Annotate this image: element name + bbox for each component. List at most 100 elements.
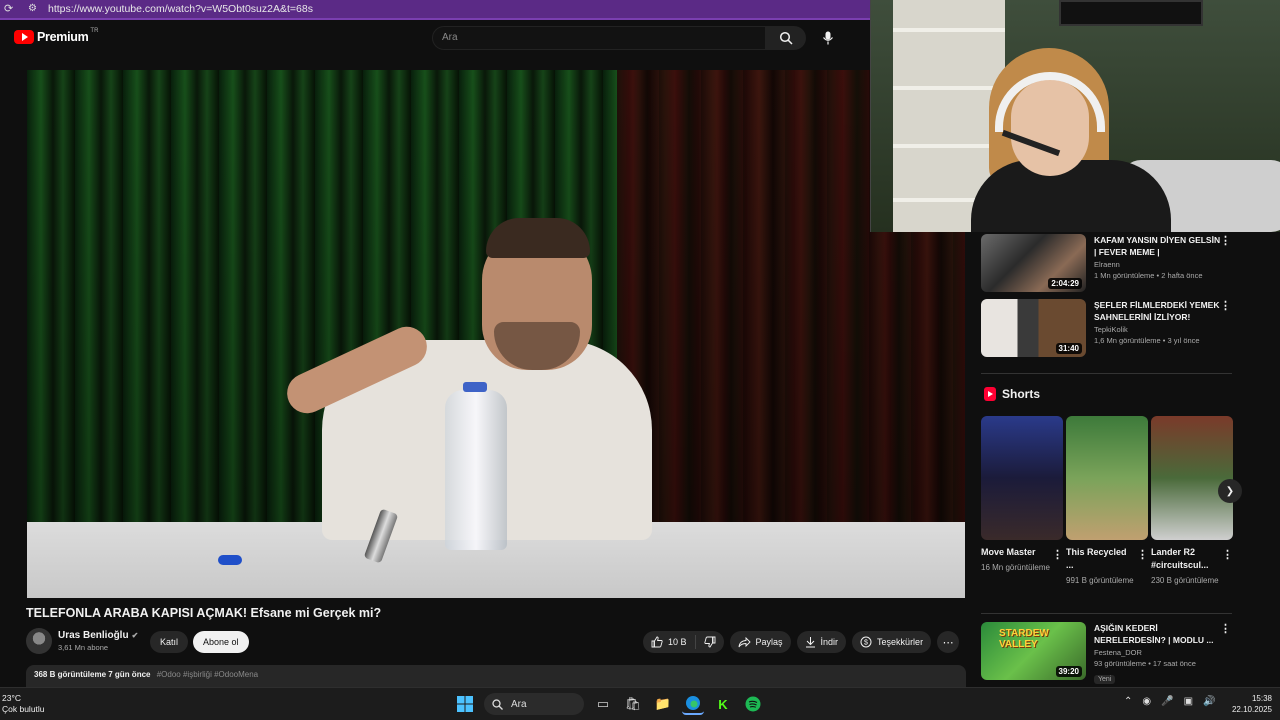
short-title[interactable]: Move Master: [981, 546, 1045, 559]
download-button[interactable]: İndir: [796, 631, 847, 653]
recommendation-item[interactable]: STARDEW VALLEY 39:20 AŞIĞIN KEDERİ NEREL…: [981, 622, 1241, 686]
url-text[interactable]: https://www.youtube.com/watch?v=W5Obt0su…: [48, 3, 313, 15]
shorts-heading: Shorts: [1002, 387, 1041, 401]
upload-age: 7 gün önce: [108, 670, 151, 679]
chevron-up-icon[interactable]: ⌃: [1124, 696, 1132, 707]
weather-widget[interactable]: 23°C Çok bulutlu: [2, 693, 45, 715]
channel-name[interactable]: Uras Benlioğlu: [58, 630, 129, 641]
rec-thumbnail-text: STARDEW VALLEY: [999, 628, 1049, 650]
more-vertical-icon[interactable]: ⋮: [1137, 548, 1148, 561]
rec-info: KAFAM YANSIN DİYEN GELSİN | FEVER MEME |…: [1094, 234, 1222, 292]
system-tray: ⌃ ◉ 🎤 ▣ 🔊: [1124, 696, 1215, 707]
rec-title[interactable]: ŞEFLER FİLMLERDEKİ YEMEK SAHNELERİNİ İZL…: [1094, 299, 1222, 323]
join-button[interactable]: Katıl: [150, 631, 189, 653]
shorts-next-button[interactable]: ❯: [1218, 479, 1242, 503]
short-views: 991 B görüntüleme: [1066, 576, 1134, 585]
volume-icon[interactable]: 🔊: [1203, 696, 1215, 707]
short-thumbnail[interactable]: [1151, 416, 1233, 540]
rec-thumbnail[interactable]: STARDEW VALLEY 39:20: [981, 622, 1086, 680]
taskbar-search[interactable]: Ara: [484, 693, 584, 715]
section-divider: [981, 373, 1232, 374]
site-info-icon[interactable]: ⚙: [28, 3, 40, 15]
download-label: İndir: [820, 637, 839, 647]
download-icon: [805, 637, 815, 648]
store-button[interactable]: 🛍: [622, 693, 644, 715]
video-bottle-cap: [463, 382, 487, 392]
rec-thumbnail[interactable]: 31:40: [981, 299, 1086, 357]
weather-condition: Çok bulutlu: [2, 704, 45, 714]
video-player[interactable]: [27, 70, 965, 598]
share-label: Paylaş: [755, 637, 783, 647]
more-vertical-icon[interactable]: ⋮: [1222, 548, 1233, 561]
more-vertical-icon[interactable]: ⋮: [1052, 548, 1063, 561]
rec-meta: 93 görüntüleme • 17 saat önce: [1094, 659, 1196, 668]
edge-browser-button[interactable]: [682, 693, 704, 715]
more-vertical-icon[interactable]: ⋮: [1220, 234, 1231, 247]
short-views: 230 B görüntüleme: [1151, 576, 1219, 585]
dislike-button[interactable]: [696, 636, 724, 648]
recommendation-item[interactable]: 2:04:29 KAFAM YANSIN DİYEN GELSİN | FEVE…: [981, 234, 1241, 292]
file-explorer-button[interactable]: 📁: [652, 693, 674, 715]
rec-channel[interactable]: Elraenn: [1094, 260, 1222, 269]
short-views: 16 Mn görüntüleme: [981, 563, 1050, 572]
edge-icon: [686, 696, 700, 710]
rec-title[interactable]: KAFAM YANSIN DİYEN GELSİN | FEVER MEME |: [1094, 234, 1222, 258]
channel-info: Uras Benlioğlu ✔ 3,61 Mn abone: [26, 628, 138, 654]
chevron-right-icon: ❯: [1225, 485, 1235, 497]
rec-thumbnail[interactable]: 2:04:29: [981, 234, 1086, 292]
youtube-premium-logo[interactable]: Premium TR: [14, 28, 98, 44]
search-icon: [492, 698, 503, 710]
rec-duration: 39:20: [1055, 666, 1082, 677]
thanks-button[interactable]: $ Teşekkürler: [852, 631, 932, 653]
task-view-button[interactable]: ▭: [592, 693, 614, 715]
spotify-button[interactable]: [742, 693, 764, 715]
thumbs-up-icon: [651, 636, 663, 648]
kick-app-button[interactable]: K: [712, 693, 734, 715]
rec-meta: 1 Mn görüntüleme • 2 hafta önce: [1094, 271, 1203, 280]
shelf-row: [893, 28, 1005, 32]
more-actions-button[interactable]: ⋯: [937, 631, 960, 653]
rec-channel[interactable]: Festena_DOR: [1094, 648, 1222, 657]
browser-url-bar[interactable]: ⟳ ⚙ https://www.youtube.com/watch?v=W5Ob…: [0, 0, 870, 20]
rec-meta: 1,6 Mn görüntüleme • 3 yıl önce: [1094, 336, 1200, 345]
more-vertical-icon[interactable]: ⋮: [1220, 299, 1231, 312]
hashtags[interactable]: #Odoo #işbirliği #OdooMena: [157, 670, 258, 679]
start-button[interactable]: [454, 693, 476, 715]
voice-search-button[interactable]: [816, 26, 840, 50]
short-title[interactable]: This Recycled ...: [1066, 546, 1130, 572]
rec-title[interactable]: AŞIĞIN KEDERİ NERELERDESİN? | MODLU ...: [1094, 622, 1222, 646]
video-blue-cap: [218, 555, 242, 565]
rec-channel[interactable]: TepkiKolik: [1094, 325, 1222, 334]
description-box[interactable]: 368 B görüntüleme 7 gün önce #Odoo #işbi…: [26, 665, 966, 687]
video-title: TELEFONLA ARABA KAPISI AÇMAK! Efsane mi …: [26, 606, 382, 620]
search-input[interactable]: Ara: [432, 26, 766, 50]
channel-meta: Uras Benlioğlu ✔ 3,61 Mn abone: [58, 630, 138, 652]
channel-name-row[interactable]: Uras Benlioğlu ✔: [58, 630, 138, 641]
recommendation-item[interactable]: 31:40 ŞEFLER FİLMLERDEKİ YEMEK SAHNELERİ…: [981, 299, 1241, 357]
reload-icon[interactable]: ⟳: [4, 2, 18, 16]
discord-icon[interactable]: ◉: [1142, 696, 1151, 707]
channel-avatar[interactable]: [26, 628, 52, 654]
clock[interactable]: 15:38 22.10.2025: [1232, 693, 1272, 715]
video-actions: 10 B Paylaş İndir $ Teşekkürler ⋯: [643, 631, 960, 653]
like-button[interactable]: 10 B: [643, 636, 695, 648]
short-title[interactable]: Lander R2 #circuitscul...: [1151, 546, 1215, 572]
microphone-icon[interactable]: 🎤: [1161, 696, 1173, 707]
search-button[interactable]: [766, 26, 806, 50]
short-item[interactable]: Move Master 16 Mn görüntüleme ⋮: [981, 416, 1063, 573]
more-horizontal-icon: ⋯: [942, 636, 954, 649]
short-thumbnail[interactable]: [1066, 416, 1148, 540]
subscribe-button[interactable]: Abone ol: [193, 631, 249, 653]
super-thanks-icon: $: [860, 636, 872, 648]
task-view-icon: ▭: [596, 696, 610, 711]
display-icon[interactable]: ▣: [1184, 696, 1193, 707]
section-divider: [981, 613, 1232, 614]
more-vertical-icon[interactable]: ⋮: [1220, 622, 1231, 635]
short-item[interactable]: Lander R2 #circuitscul... 230 B görüntül…: [1151, 416, 1233, 586]
share-button[interactable]: Paylaş: [729, 631, 791, 653]
clock-time: 15:38: [1251, 694, 1272, 703]
microphone-icon: [823, 31, 833, 45]
short-item[interactable]: This Recycled ... 991 B görüntüleme ⋮: [1066, 416, 1148, 586]
share-icon: [738, 636, 751, 647]
short-thumbnail[interactable]: [981, 416, 1063, 540]
